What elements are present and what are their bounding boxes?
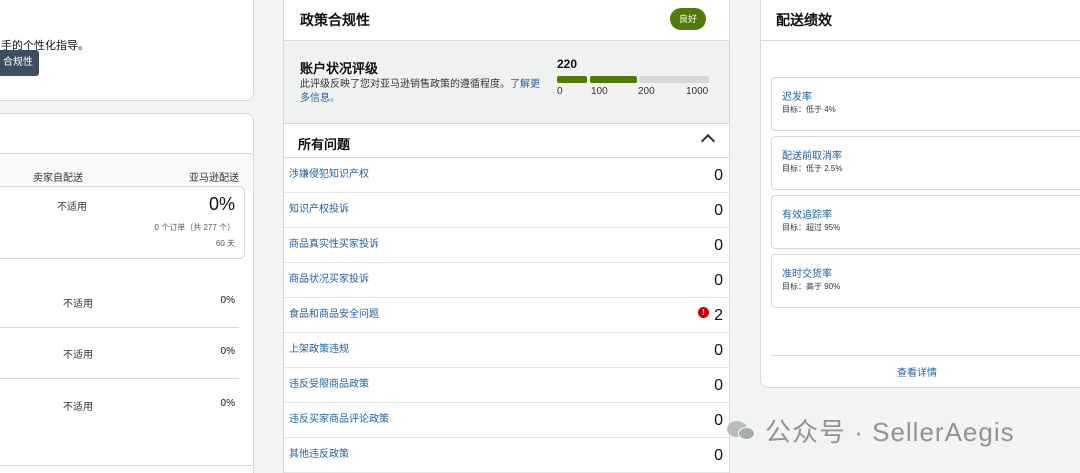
- issue-link[interactable]: 涉嫌侵犯知识产权: [289, 165, 369, 180]
- issue-row[interactable]: 知识产权投诉 0: [284, 193, 729, 228]
- issue-link[interactable]: 违反受限商品政策: [289, 375, 369, 390]
- issue-count: 0: [714, 377, 723, 394]
- issue-count: 2: [714, 307, 723, 324]
- left-guidance-card: 手的个性化指导。 合规性: [0, 0, 254, 101]
- fba-value: 0%: [208, 194, 235, 214]
- issue-link[interactable]: 其他违反政策: [289, 445, 349, 460]
- issue-count: 0: [714, 342, 723, 359]
- metric-target: 目标：超过 95%: [782, 223, 841, 232]
- metric-target: 目标：低于 4%: [782, 105, 836, 114]
- tick-label: 100: [591, 86, 608, 97]
- metric-name[interactable]: 准时交货率: [782, 265, 832, 280]
- issue-row[interactable]: 食品和商品安全问题! 2: [284, 298, 729, 333]
- metric-row[interactable]: 不适用 0%: [0, 277, 239, 328]
- tick-label: 200: [638, 86, 655, 97]
- compliance-button[interactable]: 合规性: [0, 50, 39, 76]
- metric-row[interactable]: 不适用 0%: [0, 380, 239, 431]
- fba-value: 0%: [220, 295, 235, 306]
- score-bar-segment-good: [590, 76, 637, 83]
- metric-late-shipment[interactable]: 迟发率 目标：低于 4%: [771, 77, 1080, 131]
- merchant-value: 不适用: [63, 402, 93, 413]
- issue-link[interactable]: 违反买家商品评论政策: [289, 410, 389, 425]
- account-health-description: 此评级反映了您对亚马逊销售政策的遵循程度。了解更多信息。: [300, 78, 545, 106]
- issues-list: 涉嫌侵犯知识产权 0 知识产权投诉 0 商品真实性买家投诉 0 商品状况买家投诉 0 食品和商品…: [284, 157, 729, 473]
- issue-link[interactable]: 上架政策违规: [289, 340, 349, 355]
- metric-row[interactable]: 不适用 0%: [0, 328, 239, 379]
- column-header-merchant: 卖家自配送: [33, 173, 83, 184]
- metric-name[interactable]: 有效追踪率: [782, 206, 832, 221]
- merchant-value: 不适用: [63, 299, 93, 310]
- policy-compliance-card: 政策合规性 良好 账户状况评级 此评级反映了您对亚马逊销售政策的遵循程度。了解更…: [283, 0, 730, 473]
- divider: [761, 40, 1080, 41]
- tick-label: 1000: [686, 86, 709, 97]
- description-text: 此评级反映了您对亚马逊销售政策的遵循程度。: [300, 79, 510, 90]
- issue-count: 0: [714, 237, 723, 254]
- issue-link[interactable]: 商品状况买家投诉: [289, 270, 369, 285]
- all-issues-title: 所有问题: [298, 137, 351, 152]
- orders-note: 0 个订单（共 277 个）: [154, 223, 235, 232]
- status-badge: 良好: [670, 8, 706, 30]
- wechat-icon: [727, 415, 757, 445]
- issue-count: 0: [714, 167, 723, 184]
- metric-on-time-delivery[interactable]: 准时交货率 目标：高于 90%: [771, 254, 1080, 308]
- account-health-section: 账户状况评级 此评级反映了您对亚马逊销售政策的遵循程度。了解更多信息。 220 …: [284, 40, 729, 124]
- issue-link[interactable]: 商品真实性买家投诉: [289, 235, 379, 250]
- period-label: 60 天: [215, 239, 235, 248]
- issue-link[interactable]: 食品和商品安全问题: [289, 305, 379, 320]
- view-details-link[interactable]: 查看详情: [761, 364, 1073, 379]
- issue-row[interactable]: 其他违反政策 0: [284, 438, 729, 473]
- issue-count: 0: [714, 447, 723, 464]
- alert-icon: !: [698, 307, 709, 318]
- order-defect-card[interactable]: 不适用 0% 0 个订单（共 277 个） 60 天: [0, 186, 245, 259]
- divider: [0, 465, 253, 466]
- issue-row[interactable]: 违反受限商品政策 0: [284, 368, 729, 403]
- score-bar-segment-excellent: [639, 76, 709, 83]
- policy-title: 政策合规性: [300, 12, 370, 28]
- metric-cancel-rate[interactable]: 配送前取消率 目标：低于 2.5%: [771, 136, 1080, 190]
- issue-count: 0: [714, 412, 723, 429]
- merchant-value: 不适用: [57, 202, 87, 213]
- metric-name[interactable]: 配送前取消率: [782, 147, 842, 162]
- column-header-fba: 亚马逊配送: [189, 173, 239, 184]
- divider: [771, 355, 1080, 356]
- merchant-value: 不适用: [63, 350, 93, 361]
- issue-row[interactable]: 涉嫌侵犯知识产权 0: [284, 158, 729, 193]
- issue-link[interactable]: 知识产权投诉: [289, 200, 349, 215]
- metric-target: 目标：低于 2.5%: [782, 164, 843, 173]
- issue-count: 0: [714, 202, 723, 219]
- metric-valid-tracking[interactable]: 有效追踪率 目标：超过 95%: [771, 195, 1080, 249]
- shipping-performance-card: 配送绩效 迟发率 目标：低于 4% 配送前取消率 目标：低于 2.5% 有效追踪…: [760, 0, 1080, 388]
- metric-name[interactable]: 迟发率: [782, 88, 812, 103]
- issue-count: 0: [714, 272, 723, 289]
- health-score: 220: [557, 57, 578, 71]
- score-bar-segment-critical: [557, 76, 587, 83]
- issue-row[interactable]: 商品状况买家投诉 0: [284, 263, 729, 298]
- issue-row[interactable]: 违反买家商品评论政策 0: [284, 403, 729, 438]
- watermark-text: 公众号 · SellerAegis: [765, 416, 1015, 447]
- fba-value: 0%: [220, 346, 235, 357]
- issue-row[interactable]: 商品真实性买家投诉 0: [284, 228, 729, 263]
- tick-label: 0: [557, 86, 563, 97]
- issue-row[interactable]: 上架政策违规 0: [284, 333, 729, 368]
- left-metrics-card: 卖家自配送 亚马逊配送 不适用 0% 0 个订单（共 277 个） 60 天 不…: [0, 113, 254, 473]
- fba-value: 0%: [220, 398, 235, 409]
- watermark: 公众号 · SellerAegis: [727, 410, 1015, 450]
- account-health-title: 账户状况评级: [300, 61, 379, 76]
- metric-target: 目标：高于 90%: [782, 282, 841, 291]
- shipping-title: 配送绩效: [776, 12, 832, 28]
- chevron-up-icon[interactable]: [700, 133, 716, 149]
